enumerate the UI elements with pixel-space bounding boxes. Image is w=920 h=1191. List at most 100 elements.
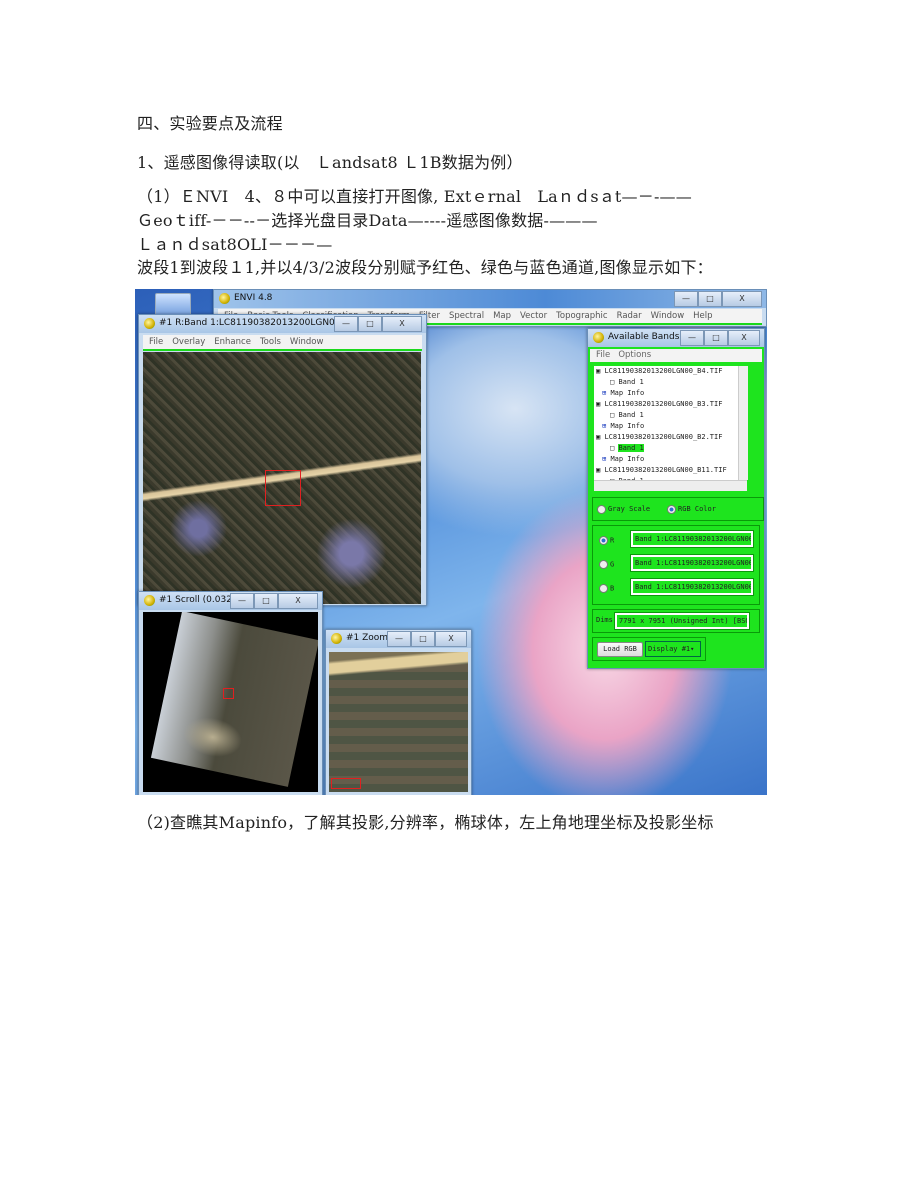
display-select[interactable]: Display #1▾ [645,641,701,657]
menu-enhance[interactable]: Enhance [214,335,251,349]
g-band-field[interactable]: Band 1:LC81190382013200LGN00 [630,554,754,572]
r-label: R [610,536,615,545]
close-button[interactable]: X [382,316,422,332]
menu-radar[interactable]: Radar [617,309,642,323]
tree-item-label: Map Info [610,455,645,463]
b-band-field[interactable]: Band 1:LC81190382013200LGN00 [630,578,754,596]
subsection-title: 1、遥感图像得读取(以 Ｌandsat8 Ｌ1B数据为例） [137,153,523,172]
maximize-button[interactable]: □ [411,631,435,647]
dims-label: Dims [596,616,613,624]
menu-tools[interactable]: Tools [260,335,281,349]
section-heading: 四、实验要点及流程 [137,114,283,133]
menu-window[interactable]: Window [651,309,685,323]
envi-icon [593,332,604,343]
tree-item-label: Band 1 [618,444,644,452]
tree-item-label: LC81190382013200LGN00_B11.TIF [604,466,727,474]
close-button[interactable]: X [278,593,318,609]
scroll-image[interactable] [143,612,318,792]
tree-item-band[interactable]: □ Band 1 [594,410,744,421]
menu-file[interactable]: File [596,350,610,360]
tree-item-file[interactable]: ▣ LC81190382013200LGN00_B2.TIF [594,432,744,443]
close-button[interactable]: X [728,330,760,346]
document-page: 四、实验要点及流程 1、遥感图像得读取(以 Ｌandsat8 Ｌ1B数据为例） … [0,0,920,1191]
tree-item-label: LC81190382013200LGN00_B4.TIF [604,367,723,375]
tree-item-label: Map Info [610,389,645,397]
minimize-button[interactable]: — [387,631,411,647]
tree-item-label: Band 1 [618,411,644,419]
paragraph-line: （1）ＥNVI 4、８中可以直接打开图像, Extｅrnal Laｎｄsａt—－… [137,187,692,206]
menu-window[interactable]: Window [290,335,324,349]
g-channel-radio[interactable] [599,560,608,569]
chevron-down-icon: ▾ [690,645,695,653]
tree-item-map[interactable]: ⊞ Map Info [594,421,744,432]
load-rgb-button[interactable]: Load RGB [597,642,643,657]
envi-icon [331,633,342,644]
close-button[interactable]: X [435,631,467,647]
close-button[interactable]: X [722,291,762,307]
menu-options[interactable]: Options [618,350,651,360]
scene-footprint [150,612,318,787]
b-label: B [610,584,615,593]
tree-item-label: LC81190382013200LGN00_B3.TIF [604,400,723,408]
tree-scrollbar[interactable] [738,366,748,480]
bands-tree[interactable]: ▣ LC81190382013200LGN00_B4.TIF □ Band 1 ⊞ … [594,366,744,490]
r-band-field[interactable]: Band 1:LC81190382013200LGN00 [630,530,754,548]
menu-overlay[interactable]: Overlay [172,335,205,349]
envi-icon [144,318,155,329]
tree-item-map[interactable]: ⊞ Map Info [594,388,744,399]
zoom-controls[interactable] [331,778,361,789]
menu-help[interactable]: Help [693,309,712,323]
menu-vector[interactable]: Vector [520,309,547,323]
tree-item-file[interactable]: ▣ LC81190382013200LGN00_B4.TIF [594,366,744,377]
gray-scale-label: Gray Scale [608,505,651,513]
envi-screenshot: ENVI 4.8 —□X File Basic Tools Classifica… [135,289,767,795]
satellite-image[interactable] [143,352,421,604]
bands-menubar: File Options [590,349,762,362]
dims-value: 7791 x 7951 (Unsigned Int) [BSQ] [614,612,750,630]
scroll-window: #1 Scroll (0.03220) — □ X [138,591,323,795]
minimize-button[interactable]: — [674,291,698,307]
tree-item-file[interactable]: ▣ LC81190382013200LGN00_B11.TIF [594,465,744,476]
tree-item-label: Map Info [610,422,645,430]
dims-group: Dims 7791 x 7951 (Unsigned Int) [BSQ] [592,609,760,633]
b-channel-radio[interactable] [599,584,608,593]
maximize-button[interactable]: □ [704,330,728,346]
maximize-button[interactable]: □ [698,291,722,307]
rgb-color-radio[interactable] [667,504,677,514]
menu-map[interactable]: Map [493,309,511,323]
minimize-button[interactable]: — [334,316,358,332]
g-label: G [610,560,615,569]
r-channel-radio[interactable] [599,536,608,545]
tree-item-band[interactable]: □ Band 1 [594,443,744,454]
rgb-color-label: RGB Color [678,505,716,513]
tree-item-map[interactable]: ⊞ Map Info [594,454,744,465]
envi-icon [144,595,155,606]
minimize-button[interactable]: — [680,330,704,346]
rgb-channels-group: R Band 1:LC81190382013200LGN00 G Band 1:… [592,525,760,605]
window-title: ENVI 4.8 [234,293,273,303]
maximize-button[interactable]: □ [254,593,278,609]
paragraph-line: Ｇeoｔiff-－－--－选择光盘目录Data—----遥感图像数据-——— [137,211,598,230]
tree-item-label: Band 1 [618,378,644,386]
zoom-box[interactable] [265,470,301,506]
menu-spectral[interactable]: Spectral [449,309,484,323]
image-window: #1 R:Band 1:LC81190382013200LGN00_B4.TIF… [138,314,427,606]
paragraph-line: Ｌａｎｄsat8OLI－－－— [137,235,333,254]
tree-item-band[interactable]: □ Band 1 [594,377,744,388]
display-select-value: Display #1 [648,645,691,653]
available-bands-list-window: Available Bands List — □ X File Options ▣ … [587,328,765,669]
tree-item-file[interactable]: ▣ LC81190382013200LGN00_B3.TIF [594,399,744,410]
paragraph-line: 波段1到波段１1,并以4/3/2波段分别赋予红色、绿色与蓝色通道,图像显示如下： [137,258,713,277]
scroll-box[interactable] [223,688,234,699]
envi-icon [219,293,230,304]
menu-file[interactable]: File [149,335,163,349]
minimize-button[interactable]: — [230,593,254,609]
zoom-image[interactable] [329,652,468,792]
image-menubar: File Overlay Enhance Tools Window [143,335,422,351]
tree-hscrollbar[interactable] [594,480,747,491]
tree-item-label: LC81190382013200LGN00_B2.TIF [604,433,723,441]
menu-topographic[interactable]: Topographic [556,309,607,323]
gray-scale-radio[interactable] [597,504,606,514]
display-mode-group: Gray Scale RGB Color [592,497,764,521]
maximize-button[interactable]: □ [358,316,382,332]
